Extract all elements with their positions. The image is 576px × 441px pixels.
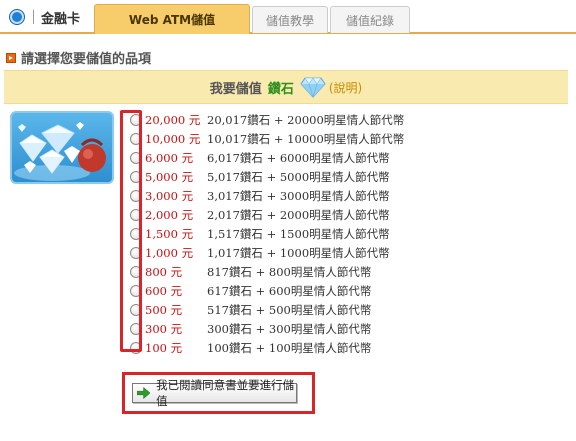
- list-item: 1,000 元 1,017鑽石 + 1000明星情人節代幣: [124, 243, 544, 262]
- option-price: 3,000 元: [145, 188, 194, 203]
- option-description: 517鑽石 + 500明星情人節代幣: [207, 302, 372, 317]
- option-description: 100鑽石 + 100明星情人節代幣: [207, 340, 372, 355]
- section-arrow-icon: [6, 52, 16, 63]
- divider: [33, 10, 34, 24]
- agree-submit-button[interactable]: 我已閱讀同意書並要進行儲值: [132, 378, 297, 408]
- option-price: 1,000 元: [145, 245, 194, 260]
- option-description: 1,017鑽石 + 1000明星情人節代幣: [207, 245, 390, 260]
- option-price: 800 元: [145, 264, 183, 279]
- section-heading: 請選擇您要儲值的品項: [6, 48, 151, 67]
- tab-tutorial[interactable]: 儲值教學: [252, 6, 328, 33]
- option-price: 20,000 元: [145, 112, 201, 127]
- list-item: 10,000 元 10,017鑽石 + 10000明星情人節代幣: [124, 129, 544, 148]
- header-prefix: 我要儲值: [209, 81, 262, 97]
- diamond-icon: [300, 77, 326, 98]
- option-description: 2,017鑽石 + 2000明星情人節代幣: [207, 207, 390, 222]
- option-description: 20,017鑽石 + 20000明星情人節代幣: [207, 112, 405, 127]
- brand: 金融卡: [10, 7, 80, 27]
- option-price: 6,000 元: [145, 150, 194, 165]
- option-description: 5,017鑽石 + 5000明星情人節代幣: [207, 169, 390, 184]
- green-arrow-icon: [137, 387, 151, 399]
- option-price: 1,500 元: [145, 226, 194, 241]
- list-item: 300 元 300鑽石 + 300明星情人節代幣: [124, 319, 544, 338]
- card-icon: [10, 10, 24, 24]
- help-link[interactable]: (說明): [329, 79, 362, 96]
- option-description: 1,517鑽石 + 1500明星情人節代幣: [207, 226, 390, 241]
- option-price: 300 元: [145, 321, 183, 336]
- option-description: 3,017鑽石 + 3000明星情人節代幣: [207, 188, 390, 203]
- option-price: 100 元: [145, 340, 183, 355]
- submit-label: 我已閱讀同意書並要進行儲值: [156, 378, 295, 408]
- item-header: 我要儲值 鑽石 (說明): [4, 70, 568, 104]
- option-price: 500 元: [145, 302, 183, 317]
- radio-highlight-box: [120, 110, 142, 352]
- list-item: 20,000 元 20,017鑽石 + 20000明星情人節代幣: [124, 110, 544, 129]
- option-price: 600 元: [145, 283, 183, 298]
- top-nav: 金融卡 Web ATM儲值 儲值教學 儲值紀錄: [0, 0, 576, 34]
- option-description: 10,017鑽石 + 10000明星情人節代幣: [207, 131, 405, 146]
- list-item: 6,000 元 6,017鑽石 + 6000明星情人節代幣: [124, 148, 544, 167]
- header-item-name: 鑽石: [267, 81, 294, 97]
- list-item: 800 元 817鑽石 + 800明星情人節代幣: [124, 262, 544, 281]
- list-item: 100 元 100鑽石 + 100明星情人節代幣: [124, 338, 544, 357]
- price-options-list: 20,000 元 20,017鑽石 + 20000明星情人節代幣 10,000 元…: [124, 110, 544, 357]
- list-item: 1,500 元 1,517鑽石 + 1500明星情人節代幣: [124, 224, 544, 243]
- option-description: 617鑽石 + 600明星情人節代幣: [207, 283, 372, 298]
- list-item: 600 元 617鑽石 + 600明星情人節代幣: [124, 281, 544, 300]
- list-item: 2,000 元 2,017鑽石 + 2000明星情人節代幣: [124, 205, 544, 224]
- tab-records[interactable]: 儲值紀錄: [330, 6, 410, 33]
- brand-label: 金融卡: [41, 11, 81, 27]
- option-price: 2,000 元: [145, 207, 194, 222]
- option-price: 5,000 元: [145, 169, 194, 184]
- option-description: 300鑽石 + 300明星情人節代幣: [207, 321, 372, 336]
- list-item: 3,000 元 3,017鑽石 + 3000明星情人節代幣: [124, 186, 544, 205]
- diamond-product-image: [10, 111, 114, 184]
- list-item: 500 元 517鑽石 + 500明星情人節代幣: [124, 300, 544, 319]
- list-item: 5,000 元 5,017鑽石 + 5000明星情人節代幣: [124, 167, 544, 186]
- tab-web-atm[interactable]: Web ATM儲值: [94, 4, 250, 34]
- option-description: 817鑽石 + 800明星情人節代幣: [207, 264, 372, 279]
- option-price: 10,000 元: [145, 131, 201, 146]
- section-title: 請選擇您要儲值的品項: [21, 52, 152, 67]
- option-description: 6,017鑽石 + 6000明星情人節代幣: [207, 150, 390, 165]
